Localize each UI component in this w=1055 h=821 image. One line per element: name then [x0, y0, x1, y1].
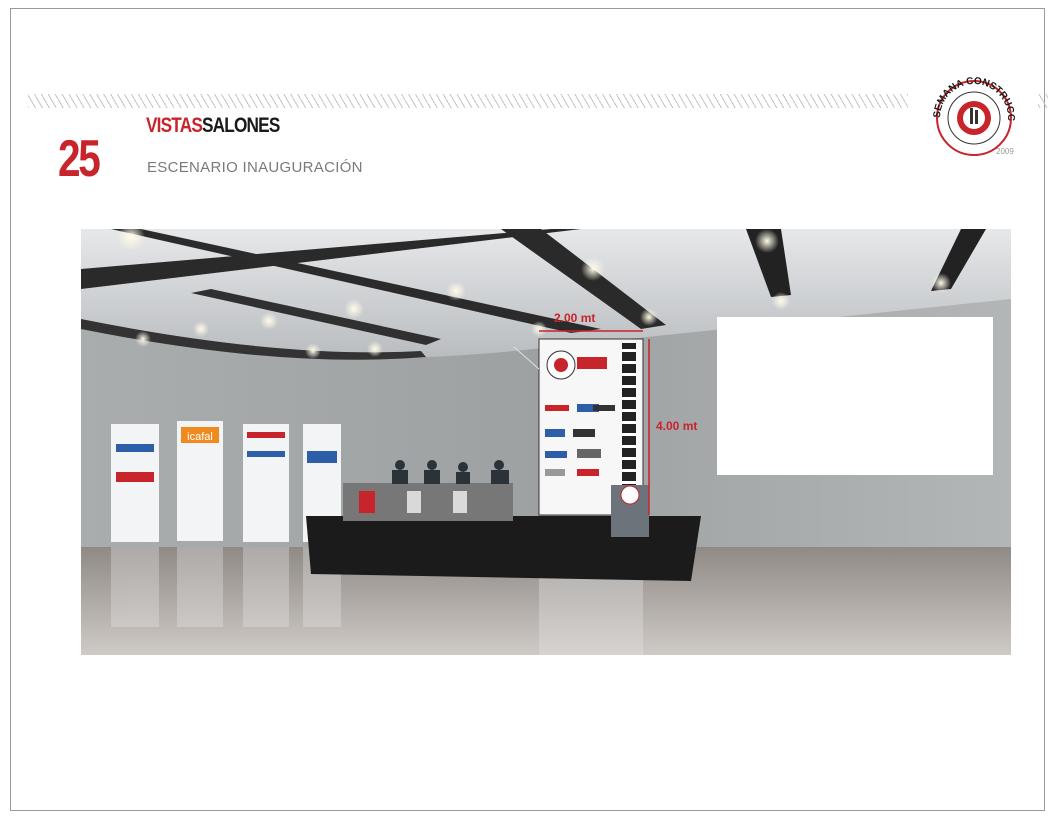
stage-render-image: icafal: [81, 229, 1011, 655]
construction-week-seal-icon: SEMANA CONSTRUCCION 2009: [914, 68, 1036, 160]
section-title-part2: SALONES: [202, 114, 280, 137]
section-title: VISTASSALONES: [146, 114, 280, 138]
dimension-width-label: 2.00 mt: [554, 311, 596, 325]
dimension-height-label: 4.00 mt: [656, 419, 698, 433]
section-title-part1: VISTAS: [146, 114, 203, 137]
hatched-divider: [28, 94, 1048, 108]
page-subtitle: ESCENARIO INAUGURACIÓN: [147, 159, 363, 176]
seal-year: 2009: [996, 147, 1014, 156]
page-number: 25: [58, 130, 101, 188]
banner-brand-icafal: icafal: [187, 431, 213, 443]
